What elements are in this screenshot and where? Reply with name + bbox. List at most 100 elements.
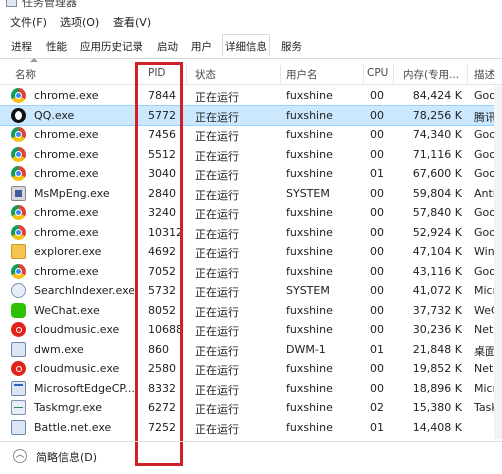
process-name: dwm.exe — [34, 342, 84, 356]
process-name: QQ.exe — [34, 108, 75, 122]
sort-caret-icon — [30, 58, 38, 62]
table-row[interactable]: Taskmgr.exe 6272 正在运行 fuxshine 02 15,380 K Tas… — [0, 398, 502, 417]
column-memory[interactable]: 内存(专用... — [403, 67, 459, 82]
process-username: fuxshine — [286, 128, 333, 141]
edge-icon — [11, 380, 26, 396]
search-indexer-icon — [11, 283, 26, 298]
column-divider[interactable] — [186, 64, 187, 84]
process-pid: 2840 — [148, 186, 176, 200]
menu-bar: 文件(F) 选项(O) 查看(V) — [0, 10, 502, 32]
tab-services[interactable]: 服务 — [281, 39, 302, 54]
table-row[interactable]: cloudmusic.exe 2580 正在运行 fuxshine 00 19,852 K… — [0, 359, 502, 378]
fewer-details-link[interactable]: 简略信息(D) — [36, 449, 97, 465]
process-name: explorer.exe — [34, 245, 102, 258]
process-memory: 67,600 K — [412, 167, 462, 180]
process-username: fuxshine — [286, 264, 333, 278]
process-name: MicrosoftEdgeCP.... — [34, 381, 134, 395]
process-username: fuxshine — [286, 420, 333, 434]
menu-view[interactable]: 查看(V) — [113, 14, 151, 30]
chrome-icon — [11, 205, 26, 220]
process-memory: 37,732 K — [412, 303, 462, 317]
column-divider[interactable] — [363, 64, 364, 84]
column-name[interactable]: 名称 — [15, 67, 36, 82]
process-status: 正在运行 — [195, 266, 239, 280]
process-status: 正在运行 — [195, 130, 239, 143]
table-row[interactable]: chrome.exe 7456 正在运行 fuxshine 00 74,340 K Goog — [0, 125, 502, 144]
column-header: 名称 PID 状态 用户名 CPU 内存(专用... 描述 — [0, 58, 502, 85]
table-row[interactable]: dwm.exe860正在运行DWM-10121,848 K桌面窗 — [0, 340, 502, 359]
table-row[interactable]: chrome.exe 10312 正在运行 fuxshine 00 52,924 K Goo… — [0, 223, 502, 242]
process-status: 正在运行 — [195, 422, 239, 436]
title-bar: 任务管理器 — [0, 0, 502, 10]
tab-processes[interactable]: 进程 — [11, 39, 32, 54]
tab-app-history[interactable]: 应用历史记录 — [80, 39, 143, 54]
tab-details[interactable]: 详细信息 — [222, 34, 270, 57]
process-pid: 8332 — [148, 381, 176, 395]
process-status: 正在运行 — [195, 364, 239, 377]
process-status: 正在运行 — [195, 149, 239, 163]
tab-users[interactable]: 用户 — [191, 39, 212, 54]
task-manager-icon — [6, 0, 17, 7]
process-cpu: 00 — [370, 128, 384, 141]
table-row[interactable]: cloudmusic.exe 10688 正在运行 fuxshine 00 30,236 … — [0, 320, 502, 339]
process-name: SearchIndexer.exe — [34, 284, 134, 297]
table-row[interactable]: chrome.exe 7844 正在运行 fuxshine 00 84,424 K Goog — [0, 86, 502, 105]
column-description[interactable]: 描述 — [474, 67, 495, 82]
tab-performance[interactable]: 性能 — [46, 39, 67, 54]
column-divider[interactable] — [467, 64, 468, 84]
column-divider[interactable] — [280, 64, 281, 84]
process-cpu: 00 — [370, 89, 384, 102]
table-row[interactable]: WeChat.exe8052正在运行fuxshine0037,732 KWeCh — [0, 301, 502, 320]
table-row[interactable]: chrome.exe 7052 正在运行 fuxshine 00 43,116 K Goog — [0, 262, 502, 281]
dwm-icon — [11, 341, 26, 357]
process-cpu: 01 — [370, 420, 384, 434]
process-name: chrome.exe — [34, 206, 99, 219]
process-pid: 2580 — [148, 362, 176, 375]
table-row[interactable]: SearchIndexer.exe 5732 正在运行 SYSTEM 00 41,072 … — [0, 281, 502, 300]
chrome-icon — [11, 88, 26, 103]
process-cpu: 00 — [370, 186, 384, 200]
column-username[interactable]: 用户名 — [286, 67, 318, 82]
footer-bar: ︿ 简略信息(D) — [0, 441, 502, 474]
process-cpu: 01 — [370, 342, 384, 356]
process-memory: 47,104 K — [412, 245, 462, 258]
process-memory: 30,236 K — [412, 323, 462, 336]
column-status[interactable]: 状态 — [195, 67, 216, 82]
process-status: 正在运行 — [195, 188, 239, 202]
process-memory: 41,072 K — [412, 284, 462, 297]
process-username: fuxshine — [286, 225, 333, 239]
process-name: chrome.exe — [34, 167, 99, 180]
process-pid: 3040 — [148, 167, 176, 180]
process-cpu: 02 — [370, 401, 384, 414]
explorer-icon — [11, 244, 26, 259]
chrome-icon — [11, 166, 26, 181]
menu-options[interactable]: 选项(O) — [60, 14, 99, 30]
table-row[interactable]: MicrosoftEdgeCP.... 8332 正在运行 fuxshine 00 18,… — [0, 379, 502, 398]
table-row[interactable]: MsMpEng.exe2840正在运行SYSTEM0059,804 KAntim — [0, 184, 502, 203]
table-row[interactable]: explorer.exe 4692 正在运行 fuxshine 00 47,104 K Wi… — [0, 242, 502, 261]
vertical-scrollbar[interactable] — [494, 86, 502, 439]
tab-startup[interactable]: 启动 — [157, 39, 178, 54]
chevron-up-icon[interactable]: ︿ — [13, 449, 27, 463]
column-divider[interactable] — [137, 64, 138, 84]
window-title: 任务管理器 — [22, 0, 77, 9]
process-status: 正在运行 — [195, 383, 239, 397]
process-memory: 74,340 K — [412, 128, 462, 141]
process-memory: 84,424 K — [412, 89, 462, 102]
table-row[interactable]: chrome.exe 3240 正在运行 fuxshine 00 57,840 K Goog — [0, 203, 502, 222]
table-row[interactable]: chrome.exe 3040 正在运行 fuxshine 01 67,600 K Goog — [0, 164, 502, 183]
process-memory: 19,852 K — [412, 362, 462, 375]
process-cpu: 00 — [370, 245, 384, 258]
process-cpu: 00 — [370, 323, 384, 336]
process-username: fuxshine — [286, 401, 333, 414]
process-name: chrome.exe — [34, 128, 99, 141]
table-row[interactable]: Battle.net.exe 7252 正在运行 fuxshine 01 14,408 K — [0, 418, 502, 437]
column-divider[interactable] — [393, 64, 394, 84]
column-pid[interactable]: PID — [148, 67, 166, 79]
menu-file[interactable]: 文件(F) — [10, 14, 47, 30]
column-cpu[interactable]: CPU — [367, 67, 388, 79]
process-memory: 15,380 K — [412, 401, 462, 414]
table-row[interactable]: QQ.exe 5772 正在运行 fuxshine 00 78,256 K 腾讯C — [0, 104, 502, 126]
process-memory: 59,804 K — [412, 186, 462, 200]
table-row[interactable]: chrome.exe 5512 正在运行 fuxshine 00 71,116 K Goog — [0, 145, 502, 164]
